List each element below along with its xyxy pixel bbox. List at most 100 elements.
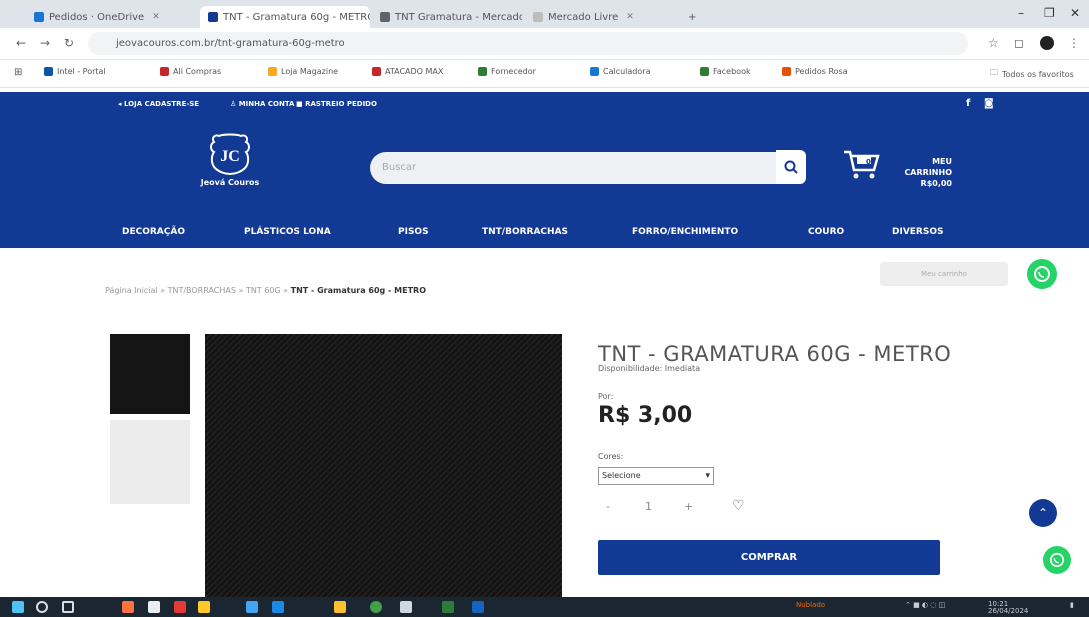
- forward-icon[interactable]: →: [40, 36, 50, 50]
- bookmark-favicon-icon: [268, 67, 277, 76]
- tab-label: Mercado Livre: [548, 11, 619, 23]
- bookmark-item[interactable]: Fornecedor: [478, 67, 536, 76]
- menu-kebab-icon[interactable]: ⋮: [1068, 36, 1080, 50]
- menu-item-tnt[interactable]: TNT/BORRACHAS: [482, 227, 568, 237]
- task-view-icon[interactable]: [62, 601, 74, 613]
- clock[interactable]: 10:21 26/04/2024: [988, 601, 1028, 615]
- qty-increment-button[interactable]: +: [684, 500, 693, 513]
- facebook-icon[interactable]: f: [966, 98, 970, 109]
- product-thumbnail-white[interactable]: [110, 420, 190, 504]
- search-button[interactable]: [776, 150, 806, 184]
- qty-decrement-button[interactable]: -: [606, 500, 610, 513]
- breadcrumb-link[interactable]: Página Inicial: [105, 286, 158, 295]
- bookmark-label: Todos os favoritos: [1002, 69, 1074, 79]
- register-link[interactable]: ◂ LOJA CADASTRE-SE: [118, 100, 199, 108]
- notification-icon[interactable]: ▮: [1070, 601, 1074, 609]
- browser-tab[interactable]: Pedidos · OneDrive ✕: [26, 6, 176, 28]
- clock-date: 26/04/2024: [988, 607, 1029, 615]
- apps-grid-icon[interactable]: ⊞: [14, 67, 22, 78]
- whatsapp-chat-button[interactable]: [1043, 546, 1071, 574]
- qty-input[interactable]: 1: [645, 500, 652, 513]
- cart-summary[interactable]: MEU CARRINHO R$0,00: [890, 156, 952, 189]
- app-icon[interactable]: [148, 601, 160, 613]
- app-icon[interactable]: [400, 601, 412, 613]
- folder-icon[interactable]: [198, 601, 210, 613]
- extensions-icon[interactable]: ◻: [1014, 36, 1024, 50]
- tab-label: Pedidos · OneDrive: [49, 11, 145, 23]
- heart-icon[interactable]: ♡: [732, 498, 745, 514]
- svg-text:JC: JC: [220, 148, 240, 165]
- instagram-icon[interactable]: ◙: [984, 98, 994, 109]
- avatar[interactable]: [1040, 36, 1054, 50]
- bookmark-label: Ali Compras: [173, 67, 222, 76]
- back-icon[interactable]: ←: [16, 36, 26, 50]
- breadcrumb-link[interactable]: TNT 60G: [246, 286, 281, 295]
- account-link[interactable]: ♙ MINHA CONTA: [230, 100, 294, 108]
- mini-cart-pill[interactable]: Meu carrinho: [880, 262, 1008, 286]
- bookmark-item[interactable]: Pedidos Rosa: [782, 67, 848, 76]
- close-icon[interactable]: ✕: [152, 12, 160, 22]
- bookmark-label: Calculadora: [603, 67, 651, 76]
- cart-button[interactable]: 0: [842, 146, 882, 180]
- bookmark-item[interactable]: ATACADO MAX: [372, 67, 443, 76]
- product-thumbnail-black[interactable]: [110, 334, 190, 414]
- star-icon[interactable]: ☆: [988, 36, 999, 50]
- app-icon[interactable]: [122, 601, 134, 613]
- bookmark-item[interactable]: Facebook: [700, 67, 751, 76]
- reload-icon[interactable]: ↻: [64, 36, 74, 50]
- close-icon[interactable]: ✕: [626, 12, 634, 22]
- site-logo[interactable]: JC Jeová Couros: [190, 132, 270, 202]
- close-window-icon[interactable]: ✕: [1070, 6, 1080, 20]
- search-icon[interactable]: [36, 601, 48, 613]
- buy-button[interactable]: COMPRAR: [598, 540, 940, 575]
- tracking-link[interactable]: ■ RASTREIO PEDIDO: [296, 100, 377, 108]
- menu-item-decoracao[interactable]: DECORAÇÃO: [122, 227, 185, 237]
- menu-item-pisos[interactable]: PISOS: [398, 227, 429, 237]
- menu-item-plasticos[interactable]: PLÁSTICOS LONA: [244, 227, 331, 237]
- outlook-icon[interactable]: [472, 601, 484, 613]
- tray-icons[interactable]: ⌃ ■ ◐ ◌ ◫: [905, 601, 945, 609]
- minimize-icon[interactable]: –: [1018, 6, 1024, 20]
- cart-icon: [844, 150, 880, 179]
- bookmark-label: ATACADO MAX: [385, 67, 444, 76]
- product-title: TNT - GRAMATURA 60G - METRO: [598, 342, 952, 366]
- bookmark-label: Loja Magazine: [281, 67, 339, 76]
- scroll-top-button[interactable]: ⌃: [1029, 499, 1057, 527]
- menu-item-couro[interactable]: COURO: [808, 227, 844, 237]
- url-field[interactable]: jeovacouros.com.br/tnt-gramatura-60g-met…: [88, 32, 968, 55]
- bookmark-item[interactable]: Loja Magazine: [268, 67, 338, 76]
- menu-item-diversos[interactable]: DIVERSOS: [892, 227, 943, 237]
- windows-start-icon[interactable]: [12, 601, 24, 613]
- browser-tab[interactable]: Mercado Livre ✕: [525, 6, 675, 28]
- bookmark-label: Facebook: [713, 67, 751, 76]
- weather-widget[interactable]: Nublado: [796, 601, 825, 609]
- browser-tab[interactable]: TNT Gramatura - Mercado ✕: [372, 6, 522, 28]
- bookmark-item[interactable]: Intel - Portal: [44, 67, 106, 76]
- bookmark-label: Intel - Portal: [57, 67, 106, 76]
- app-icon[interactable]: [246, 601, 258, 613]
- folder-icon: 🗀: [990, 68, 998, 77]
- product-main-image[interactable]: [205, 334, 562, 598]
- onedrive-icon: [34, 12, 44, 22]
- app-icon[interactable]: [174, 601, 186, 613]
- menu-item-forro[interactable]: FORRO/ENCHIMENTO: [632, 227, 738, 237]
- whatsapp-icon[interactable]: [370, 601, 382, 613]
- browser-tab-active[interactable]: TNT - Gramatura 60g - METRO ✕: [200, 6, 370, 28]
- chevron-up-icon: ⌃: [1037, 506, 1049, 520]
- new-tab-button[interactable]: +: [680, 6, 710, 28]
- whatsapp-button[interactable]: [1027, 259, 1057, 289]
- all-bookmarks-folder[interactable]: 🗀 Todos os favoritos: [990, 67, 1074, 81]
- availability-text: Disponibilidade: Imediata: [598, 364, 701, 373]
- search-input[interactable]: Buscar: [370, 152, 776, 184]
- excel-icon[interactable]: [442, 601, 454, 613]
- maximize-icon[interactable]: ❐: [1044, 6, 1055, 20]
- bookmark-favicon-icon: [590, 67, 599, 76]
- word-icon[interactable]: [272, 601, 284, 613]
- person-icon: ♙: [230, 100, 239, 108]
- color-select[interactable]: Selecione: [598, 467, 714, 485]
- site-favicon-icon: [208, 12, 218, 22]
- bookmark-item[interactable]: Calculadora: [590, 67, 650, 76]
- breadcrumb-link[interactable]: TNT/BORRACHAS: [168, 286, 236, 295]
- chrome-icon[interactable]: [334, 601, 346, 613]
- bookmark-item[interactable]: Ali Compras: [160, 67, 221, 76]
